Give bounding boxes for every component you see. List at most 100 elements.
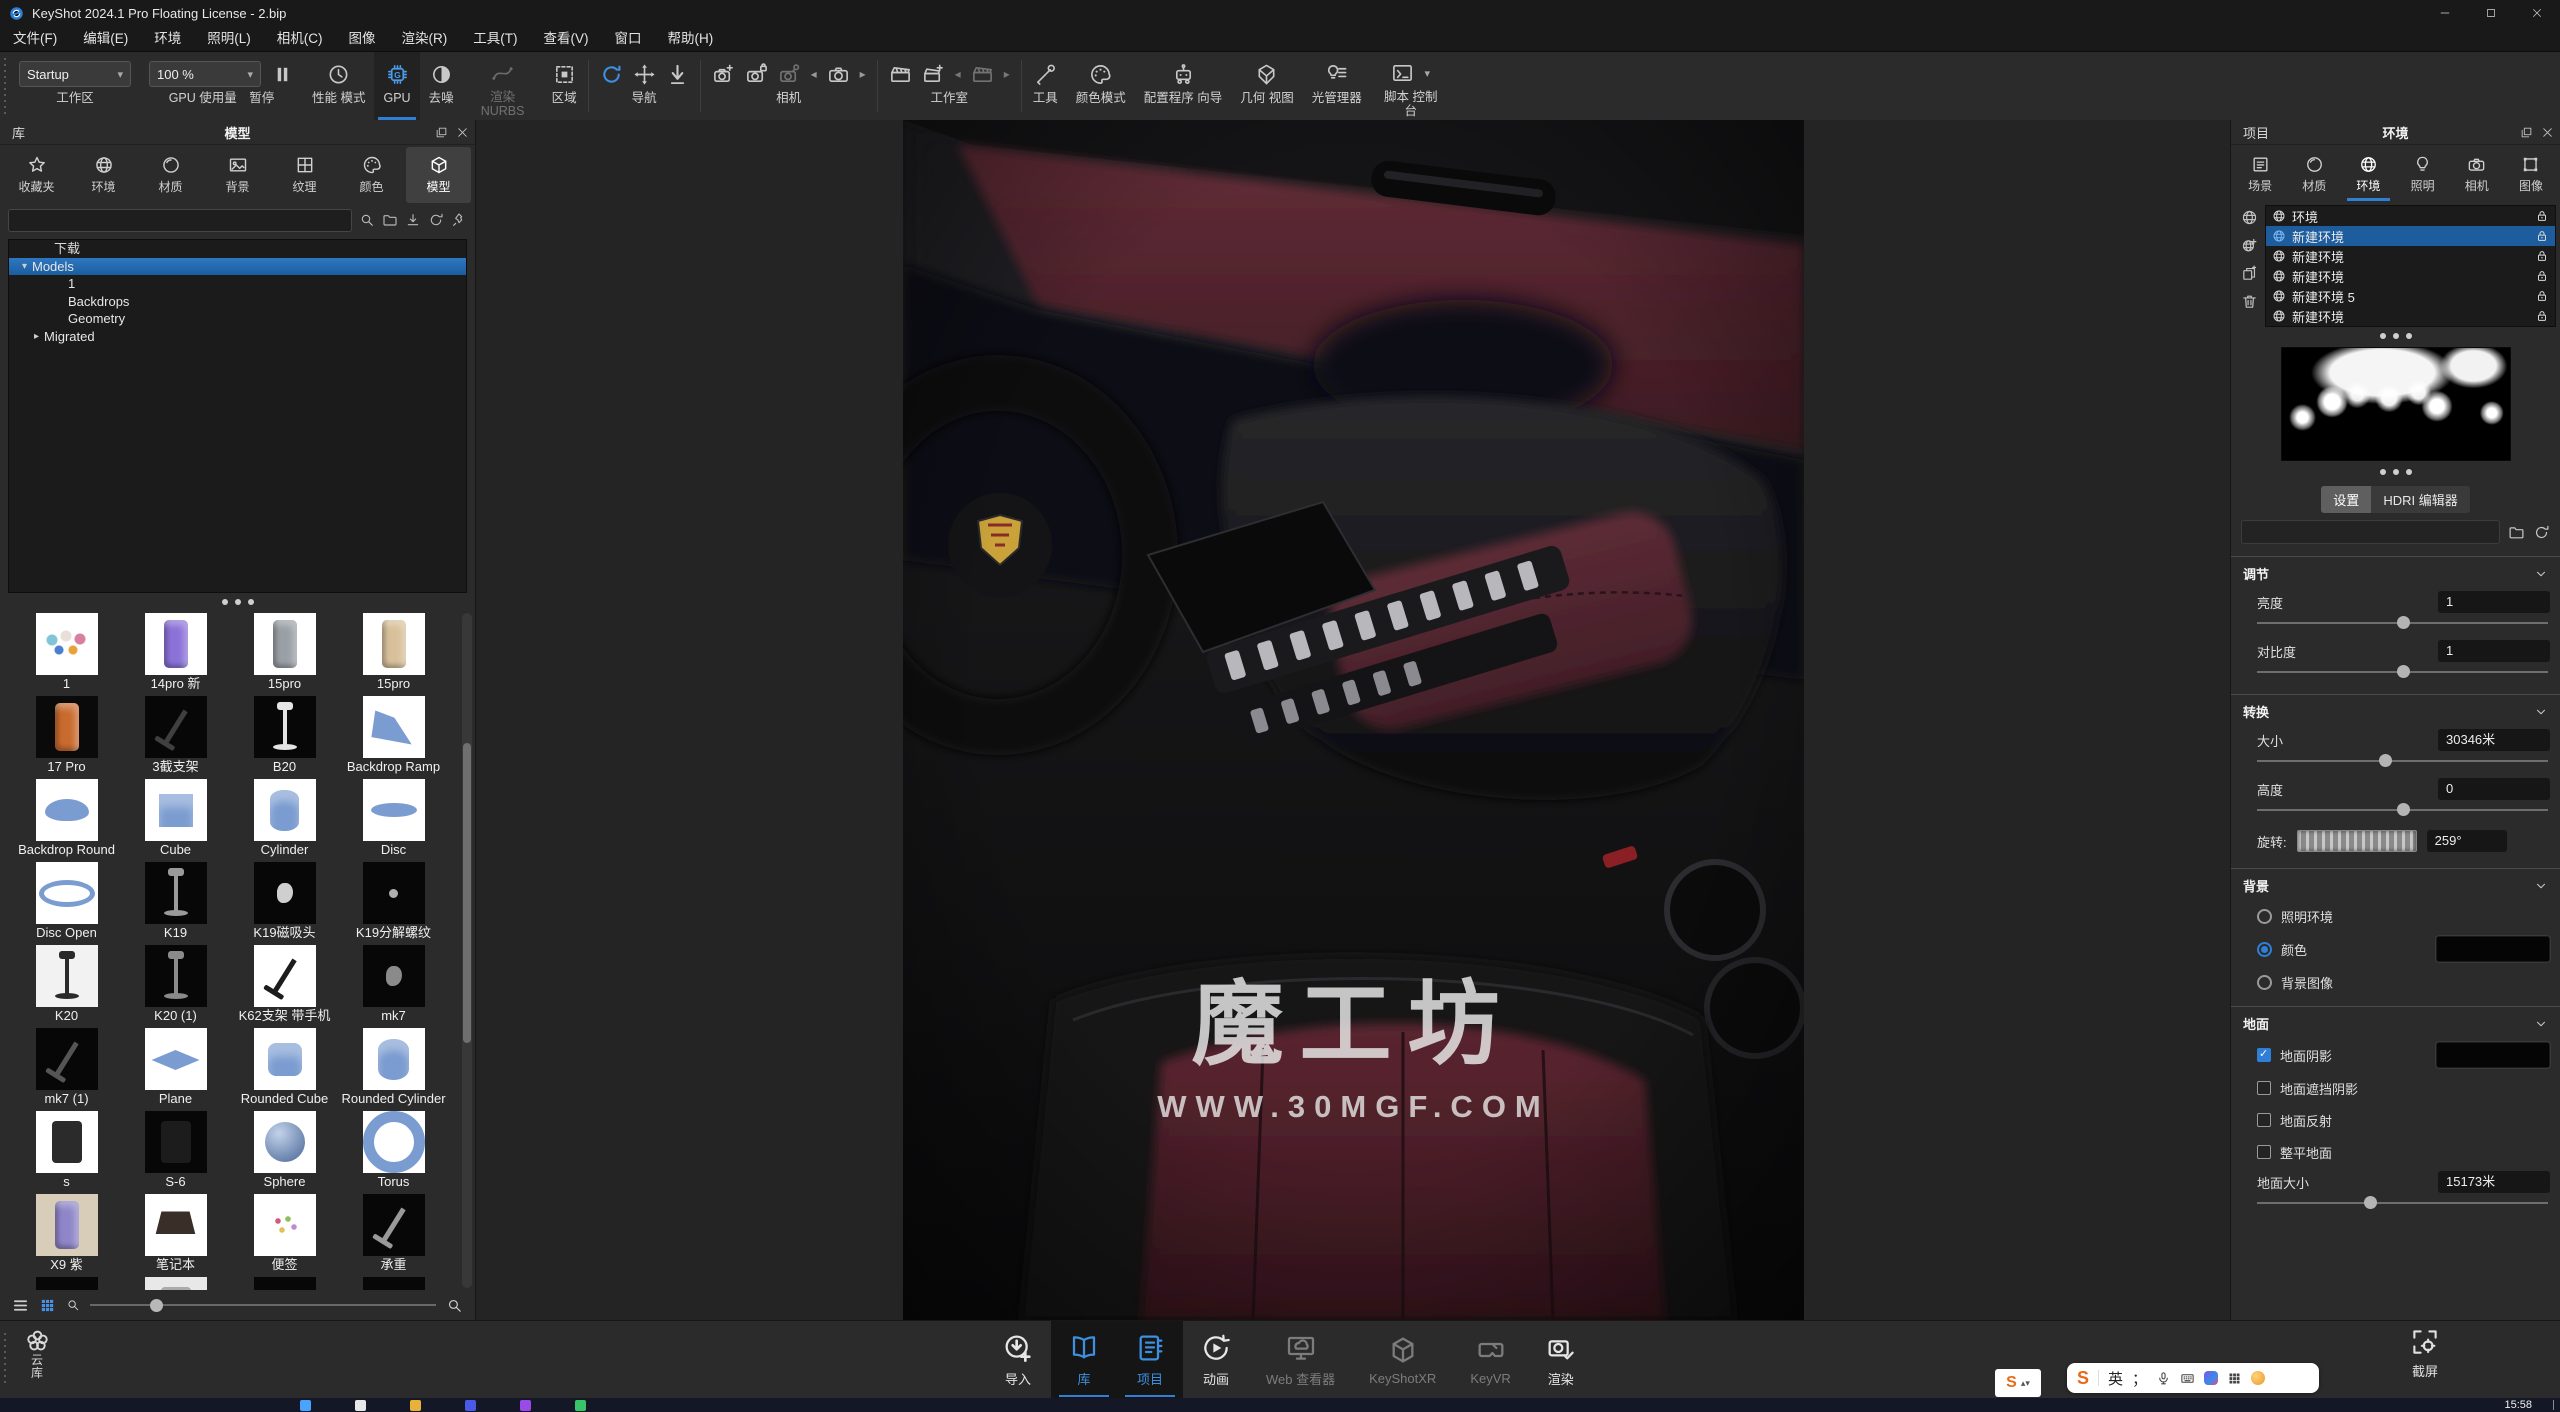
model-item[interactable]: Cube	[121, 779, 230, 862]
model-item[interactable]: 14pro 新	[121, 613, 230, 696]
skin-icon[interactable]	[2204, 1371, 2218, 1385]
ground-option[interactable]: 整平地面	[2231, 1136, 2560, 1168]
menu-item[interactable]: 相机(C)	[264, 26, 336, 51]
environment-row[interactable]: 新建环境	[2266, 266, 2555, 286]
checkbox-icon[interactable]	[2257, 1145, 2271, 1159]
taskbar-app-icon[interactable]	[575, 1400, 586, 1411]
collapse-icon[interactable]	[2534, 567, 2548, 581]
taskbar-app-icon[interactable]	[520, 1400, 531, 1411]
model-item[interactable]	[230, 1277, 339, 1290]
hdri-preview[interactable]	[2281, 347, 2511, 461]
radio-icon[interactable]	[2257, 942, 2272, 957]
menu-item[interactable]: 文件(F)	[0, 26, 70, 51]
hdri-editor-tab-button[interactable]: HDRI 编辑器	[2371, 486, 2469, 513]
background-option[interactable]: 颜色	[2231, 932, 2560, 966]
library-tab[interactable]: 材质	[138, 147, 203, 203]
ground-option[interactable]: 地面阴影	[2231, 1038, 2560, 1072]
tree-row[interactable]: Backdrops	[9, 293, 466, 311]
lock-icon[interactable]	[2535, 269, 2549, 283]
grid-scrollbar[interactable]	[462, 613, 472, 1288]
radio-icon[interactable]	[2257, 975, 2272, 990]
tumble-icon[interactable]	[600, 63, 623, 86]
color-swatch[interactable]	[2436, 936, 2550, 962]
param-slider[interactable]	[2257, 616, 2548, 631]
environment-path-input[interactable]	[2241, 520, 2500, 544]
radio-icon[interactable]	[2257, 909, 2272, 924]
model-item[interactable]: 15pro	[339, 613, 448, 696]
collapse-icon[interactable]	[2534, 879, 2548, 893]
slider-knob[interactable]	[2364, 1196, 2377, 1209]
camera-select-icon[interactable]	[827, 63, 850, 86]
lock-icon[interactable]	[2535, 289, 2549, 303]
slider-knob[interactable]	[2379, 754, 2392, 767]
add-camera-icon[interactable]	[712, 63, 735, 86]
environment-row[interactable]: 新建环境	[2266, 226, 2555, 246]
param-slider[interactable]	[2257, 803, 2548, 818]
model-item[interactable]: 15pro	[230, 613, 339, 696]
zoom-in-icon[interactable]	[446, 1297, 463, 1314]
model-item[interactable]: 笔记本	[121, 1194, 230, 1277]
search-icon[interactable]	[359, 212, 375, 228]
tree-row[interactable]: Geometry	[9, 310, 466, 328]
menu-item[interactable]: 渲染(R)	[389, 26, 461, 51]
tree-expand-icon[interactable]: ▸	[29, 328, 44, 346]
add-folder-icon[interactable]	[382, 212, 398, 228]
menu-item[interactable]: 窗口	[602, 26, 655, 51]
tree-expand-icon[interactable]: ▾	[17, 258, 32, 276]
windows-taskbar[interactable]: 15:58	[0, 1398, 2560, 1412]
next-camera-icon[interactable]: ▸	[860, 67, 866, 81]
model-item[interactable]: Plane	[121, 1028, 230, 1111]
slider-knob[interactable]	[2397, 803, 2410, 816]
model-item[interactable]: 承重	[339, 1194, 448, 1277]
rotation-value[interactable]: 259°	[2427, 830, 2507, 852]
close-panel-icon[interactable]	[2541, 126, 2554, 139]
model-item[interactable]: K62支架 带手机	[230, 945, 339, 1028]
environment-row[interactable]: 环境	[2266, 206, 2555, 226]
tree-row[interactable]: ▾ Models	[9, 258, 466, 276]
duplicate-environment-icon[interactable]	[2241, 265, 2258, 282]
lock-camera-icon[interactable]	[745, 63, 768, 86]
denoise-button[interactable]: 去噪	[420, 52, 463, 120]
taskbar-app-icon[interactable]	[465, 1400, 476, 1411]
gpu-usage-select[interactable]: 100 %▾	[149, 61, 261, 87]
menu-item[interactable]: 编辑(E)	[70, 26, 141, 51]
model-item[interactable]: Backdrop Round	[12, 779, 121, 862]
ground-size-slider[interactable]	[2257, 1196, 2548, 1211]
menu-item[interactable]: 图像	[336, 26, 389, 51]
environment-row[interactable]: 新建环境	[2266, 306, 2555, 326]
model-item[interactable]: K20	[12, 945, 121, 1028]
workspace-select[interactable]: Startup▾	[19, 61, 131, 87]
pan-icon[interactable]	[633, 63, 656, 86]
delete-environment-icon[interactable]	[2241, 293, 2258, 310]
tree-row[interactable]: 1	[9, 275, 466, 293]
library-tab[interactable]: 环境	[71, 147, 136, 203]
lock-icon[interactable]	[2535, 209, 2549, 223]
reload-environment-icon[interactable]	[2533, 524, 2550, 541]
realtime-viewport[interactable]: 魔工坊 WWW.30MGF.COM	[476, 120, 2231, 1320]
action-button[interactable]: KeyVR	[1453, 1321, 1527, 1399]
taskbar-app-icon[interactable]	[300, 1400, 311, 1411]
splitter-dots[interactable]	[2231, 327, 2560, 345]
add-environment-icon[interactable]	[2241, 237, 2258, 254]
model-item[interactable]	[121, 1277, 230, 1290]
param-slider[interactable]	[2257, 665, 2548, 680]
project-tab[interactable]: 材质	[2287, 147, 2341, 201]
model-item[interactable]: Torus	[339, 1111, 448, 1194]
action-button[interactable]: 项目	[1117, 1321, 1183, 1399]
library-tab[interactable]: 模型	[406, 147, 471, 203]
geometry-view-button[interactable]: 几何 视图	[1231, 52, 1302, 120]
script-console-button[interactable]: ▾ 脚本 控制台	[1371, 52, 1451, 120]
model-item[interactable]: 便签	[230, 1194, 339, 1277]
action-button[interactable]: Web 查看器	[1249, 1321, 1352, 1399]
model-item[interactable]: Disc Open	[12, 862, 121, 945]
collapse-icon[interactable]	[2534, 705, 2548, 719]
color-swatch[interactable]	[2436, 1042, 2550, 1068]
studio-icon[interactable]	[889, 63, 912, 86]
keyboard-icon[interactable]	[2180, 1371, 2195, 1386]
model-item[interactable]: X9 紫	[12, 1194, 121, 1277]
dolly-icon[interactable]	[666, 63, 689, 86]
model-item[interactable]	[339, 1277, 448, 1290]
add-studio-icon[interactable]	[922, 63, 945, 86]
ime-mini-box[interactable]: S▴▾	[1995, 1369, 2041, 1397]
ime-toolbar[interactable]: S 英 ；	[2067, 1363, 2319, 1393]
